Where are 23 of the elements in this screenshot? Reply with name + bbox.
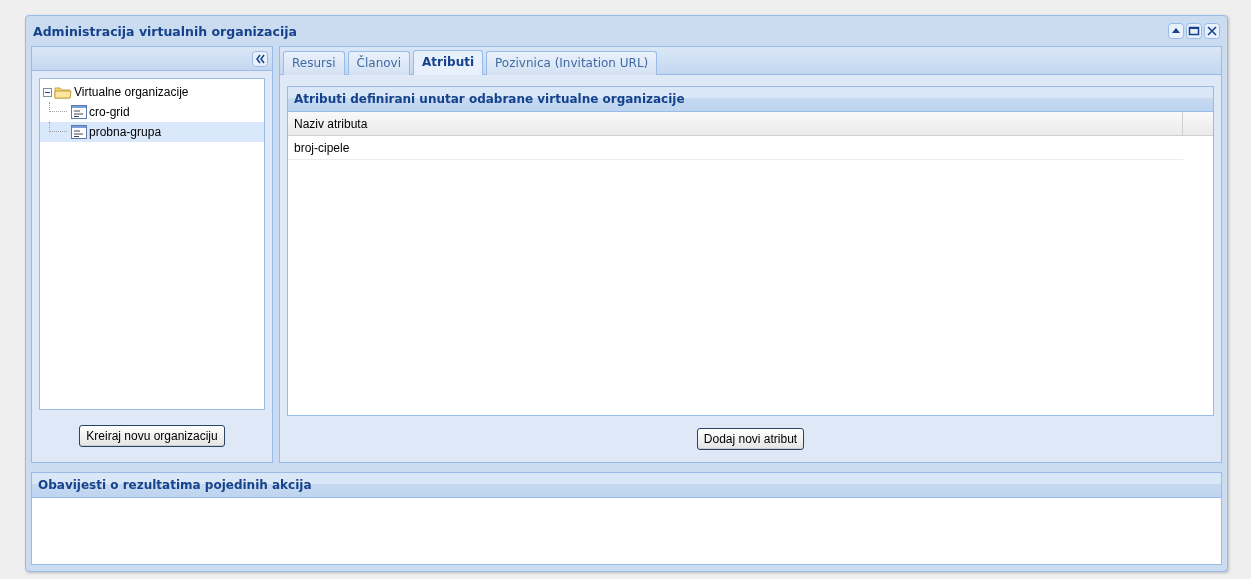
double-chevron-icon[interactable] (252, 50, 268, 67)
window-title: Administracija virtualnih organizacija (33, 23, 298, 39)
tab[interactable]: Atributi (413, 50, 484, 75)
tree-node-selected[interactable]: probna-grupa (40, 122, 264, 142)
list-item-icon (71, 105, 87, 119)
folder-icon (54, 85, 72, 99)
tree-node-row[interactable]: cro-grid (40, 102, 264, 122)
maximize-icon[interactable] (1186, 23, 1202, 39)
tree-label: cro-grid (89, 105, 130, 119)
add-attribute-button[interactable]: Dodaj novi atribut (696, 428, 805, 450)
tree-label: probna-grupa (89, 125, 162, 139)
tab[interactable]: Članovi (347, 51, 410, 75)
table-cell[interactable]: broj-cipele (288, 136, 1183, 160)
close-icon[interactable] (1204, 23, 1220, 39)
panel-title: Atributi definirani unutar odabrane virtualne organizacije (288, 87, 1213, 112)
tree-node[interactable]: Virtualne organizacije (74, 85, 189, 99)
list-item-icon (71, 125, 87, 139)
tab[interactable]: Pozivnica (Invitation URL) (486, 51, 658, 75)
minus-icon[interactable] (43, 87, 52, 97)
create-organization-button[interactable]: Kreiraj novu organizaciju (79, 425, 225, 447)
tab[interactable]: Resursi (283, 51, 345, 75)
collapse-icon[interactable] (1168, 23, 1184, 39)
panel-title: Obavijesti o rezultatima pojedinih akcija (32, 473, 1221, 498)
